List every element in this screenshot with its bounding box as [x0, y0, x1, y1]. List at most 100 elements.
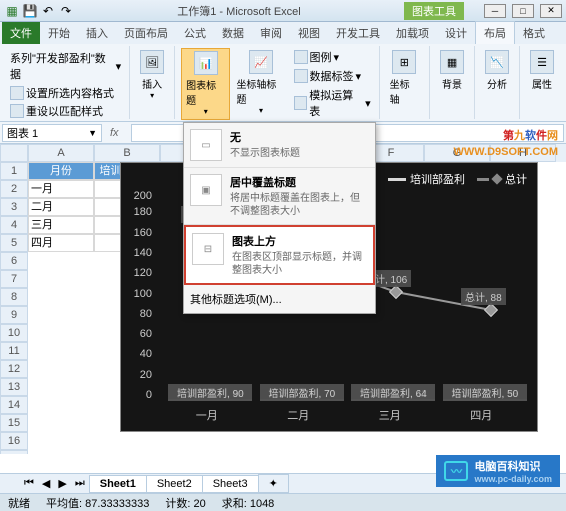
row-header[interactable]: 16 [0, 432, 28, 450]
data-label: 总计, 88 [461, 288, 506, 305]
col-header[interactable]: B [94, 144, 160, 162]
row-header[interactable]: 10 [0, 324, 28, 342]
line-point [389, 285, 403, 299]
data-label: 培训部盈利, 64 [351, 384, 435, 401]
data-labels-button[interactable]: 数据标签▾ [292, 67, 373, 85]
legend-icon [294, 50, 308, 64]
chevron-down-icon[interactable]: ▼ [88, 128, 97, 138]
data-label: 培训部盈利, 90 [168, 384, 252, 401]
tab-insert[interactable]: 插入 [78, 22, 116, 44]
tab-view[interactable]: 视图 [290, 22, 328, 44]
background-button[interactable]: ▦背景 [436, 48, 468, 93]
properties-button[interactable]: ☰属性 [526, 48, 558, 93]
save-icon[interactable]: 💾 [22, 3, 38, 19]
cell[interactable]: 月份 [28, 162, 94, 180]
row-header[interactable]: 14 [0, 396, 28, 414]
ribbon-body: 系列"开发部盈利"数据▾ 设置所选内容格式 重设以匹配样式 当前所选内容 🖼 插… [0, 44, 566, 122]
chevron-down-icon: ▾ [204, 107, 208, 116]
row-header[interactable]: 2 [0, 180, 28, 198]
legend-button[interactable]: 图例▾ [292, 48, 373, 66]
tab-formula[interactable]: 公式 [176, 22, 214, 44]
col-header[interactable]: A [28, 144, 94, 162]
tab-nav-prev-icon[interactable]: ◀ [38, 477, 54, 490]
tab-format[interactable]: 格式 [515, 22, 553, 44]
row-header[interactable]: 7 [0, 270, 28, 288]
select-all-corner[interactable] [0, 144, 28, 162]
group-properties: ☰属性 [520, 46, 564, 119]
tab-chart-layout[interactable]: 布局 [475, 21, 515, 44]
chart-title-dropdown: ▭ 无不显示图表标题 ▣ 居中覆盖标题将居中标题覆盖在图表上，但不调整图表大小 … [183, 122, 376, 314]
x-category: 三月 [344, 407, 436, 423]
excel-icon[interactable]: ▦ [4, 3, 20, 19]
tab-developer[interactable]: 开发工具 [328, 22, 388, 44]
window-title: 工作簿1 - Microsoft Excel [74, 3, 404, 19]
chart-title-button[interactable]: 📊 图表标题 ▾ [181, 48, 230, 120]
group-background: ▦背景 [430, 46, 475, 119]
fx-icon[interactable]: fx [102, 127, 127, 139]
dropdown-item-above-chart[interactable]: ⊟ 图表上方在图表区顶部显示标题，并调整图表大小 [184, 225, 375, 285]
group-insert: 🖼 插入 ▾ [130, 46, 175, 119]
row-header[interactable]: 4 [0, 216, 28, 234]
new-sheet-button[interactable]: ✦ [258, 474, 289, 493]
row-header[interactable]: 8 [0, 288, 28, 306]
tab-addin[interactable]: 加载项 [388, 22, 437, 44]
analysis-button[interactable]: 📉分析 [481, 48, 513, 93]
axes-button[interactable]: ⊞坐标轴 [386, 48, 423, 108]
row-header[interactable]: 11 [0, 342, 28, 360]
watermark-footer: 〰 电脑百科知识www.pc-daily.com [436, 455, 560, 487]
minimize-button[interactable]: ─ [484, 4, 506, 18]
row-header[interactable]: 13 [0, 378, 28, 396]
tab-file[interactable]: 文件 [2, 22, 40, 44]
row-header[interactable]: 17 [0, 450, 28, 454]
status-avg: 平均值: 87.33333333 [46, 495, 149, 511]
row-header[interactable]: 5 [0, 234, 28, 252]
cell[interactable]: 二月 [28, 198, 94, 216]
cell[interactable]: 三月 [28, 216, 94, 234]
close-button[interactable]: ✕ [540, 4, 562, 18]
status-count: 计数: 20 [165, 495, 205, 511]
row-header[interactable]: 9 [0, 306, 28, 324]
data-table-button[interactable]: 模拟运算表▾ [292, 86, 373, 120]
watermark-url: WWW.D9SOFT.COM [454, 146, 559, 158]
dropdown-item-center-overlay[interactable]: ▣ 居中覆盖标题将居中标题覆盖在图表上，但不调整图表大小 [184, 168, 375, 225]
axis-title-icon: 📈 [249, 50, 273, 74]
tab-page-layout[interactable]: 页面布局 [116, 22, 176, 44]
axis-title-button[interactable]: 📈 坐标轴标题 ▾ [232, 48, 289, 120]
row-header[interactable]: 12 [0, 360, 28, 378]
redo-icon[interactable]: ↷ [58, 3, 74, 19]
row-header[interactable]: 15 [0, 414, 28, 432]
status-sum: 求和: 1048 [222, 495, 275, 511]
reset-style-button[interactable]: 重设以匹配样式 [8, 102, 123, 120]
row-header[interactable]: 1 [0, 162, 28, 180]
tab-review[interactable]: 审阅 [252, 22, 290, 44]
tab-nav-first-icon[interactable]: ⏮ [20, 477, 38, 490]
dropdown-item-none[interactable]: ▭ 无不显示图表标题 [184, 123, 375, 168]
titlebar: ▦ 💾 ↶ ↷ 工作簿1 - Microsoft Excel 图表工具 ─ □ … [0, 0, 566, 22]
cell[interactable]: 四月 [28, 234, 94, 252]
insert-button[interactable]: 🖼 插入 ▾ [136, 48, 168, 102]
monitor-icon: 〰 [444, 461, 468, 481]
tab-data[interactable]: 数据 [214, 22, 252, 44]
sheet-tab[interactable]: Sheet1 [89, 475, 147, 493]
undo-icon[interactable]: ↶ [40, 3, 56, 19]
data-label-icon [294, 69, 308, 83]
dropdown-more-options[interactable]: 其他标题选项(M)... [184, 285, 375, 313]
maximize-button[interactable]: □ [512, 4, 534, 18]
chevron-down-icon[interactable]: ▾ [116, 60, 122, 73]
row-header[interactable]: 6 [0, 252, 28, 270]
group-current-selection: 系列"开发部盈利"数据▾ 设置所选内容格式 重设以匹配样式 当前所选内容 [2, 46, 130, 119]
tab-home[interactable]: 开始 [40, 22, 78, 44]
tab-nav-next-icon[interactable]: ▶ [54, 477, 70, 490]
tab-design[interactable]: 设计 [437, 22, 475, 44]
tab-nav-last-icon[interactable]: ⏭ [71, 477, 89, 490]
cell[interactable]: 一月 [28, 180, 94, 198]
properties-icon: ☰ [530, 50, 554, 74]
format-selection-button[interactable]: 设置所选内容格式 [8, 84, 123, 102]
chart-title-icon: 📊 [194, 51, 218, 75]
sheet-tab[interactable]: Sheet2 [146, 475, 203, 493]
chevron-down-icon: ▾ [150, 91, 154, 100]
name-box[interactable]: 图表 1▼ [2, 124, 102, 142]
row-header[interactable]: 3 [0, 198, 28, 216]
status-bar: 就绪 平均值: 87.33333333 计数: 20 求和: 1048 [0, 493, 566, 511]
sheet-tab[interactable]: Sheet3 [202, 475, 259, 493]
